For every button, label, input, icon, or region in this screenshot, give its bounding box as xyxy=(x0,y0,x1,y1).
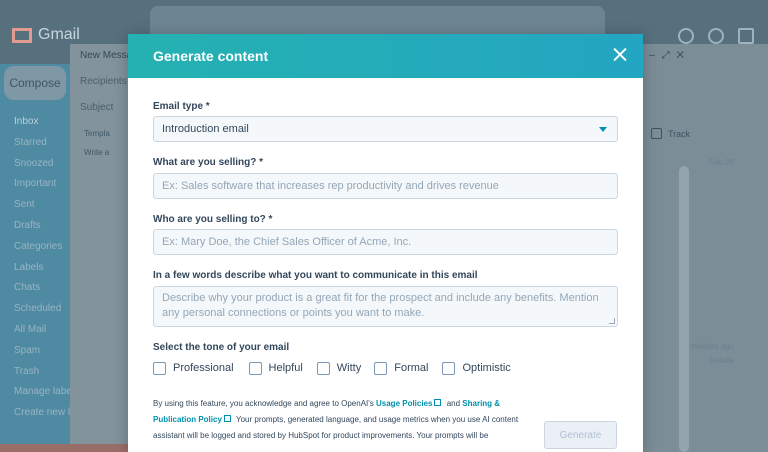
write-assistant-link[interactable]: Write a xyxy=(84,148,109,157)
generate-button[interactable]: Generate xyxy=(544,421,617,449)
selling-to-input[interactable]: Ex: Mary Doe, the Chief Sales Officer of… xyxy=(153,229,618,255)
tone-option-formal[interactable]: Formal xyxy=(374,361,429,375)
gmail-logo: Gmail xyxy=(12,26,80,44)
apps-grid-icon[interactable] xyxy=(738,28,754,44)
resize-handle-icon[interactable] xyxy=(609,318,615,324)
tone-checkbox[interactable] xyxy=(153,361,166,375)
background-scrollbar[interactable] xyxy=(679,166,689,452)
email-type-value: Introduction email xyxy=(162,123,249,135)
tone-checkbox[interactable] xyxy=(248,361,262,375)
external-link-icon[interactable] xyxy=(434,399,442,406)
chevron-down-icon xyxy=(599,127,607,132)
help-icon[interactable] xyxy=(678,28,694,44)
recipients-field[interactable]: Recipients xyxy=(80,76,127,87)
selling-to-label: Who are you selling to? * xyxy=(153,214,273,225)
tone-option-professional[interactable]: Professional xyxy=(153,361,234,375)
email-type-label: Email type * xyxy=(153,101,210,112)
tone-option-optimistic[interactable]: Optimistic xyxy=(442,361,511,375)
subject-field[interactable]: Subject xyxy=(80,102,113,113)
tone-label: Select the tone of your email xyxy=(153,342,290,353)
tone-checkbox[interactable] xyxy=(374,361,388,375)
modal-title: Generate content xyxy=(153,48,269,64)
track-checkbox-icon[interactable] xyxy=(651,128,662,139)
details-link[interactable]: Details xyxy=(710,356,734,365)
tone-option-label: Witty xyxy=(336,362,362,374)
communicate-label: In a few words describe what you want to… xyxy=(153,270,478,281)
external-link-icon[interactable] xyxy=(223,415,231,422)
gmail-right-panel: – ⤢ ✕ Track Feb 28 minutes ago Details xyxy=(643,44,768,452)
tone-option-helpful[interactable]: Helpful xyxy=(248,361,303,375)
composer-title: New Messa xyxy=(80,50,133,61)
templates-link[interactable]: Templa xyxy=(84,129,110,138)
legal-text: By using this feature, you acknowledge a… xyxy=(153,399,376,408)
communicate-placeholder: Describe why your product is a great fit… xyxy=(162,292,599,319)
gear-icon[interactable] xyxy=(708,28,724,44)
track-toggle[interactable]: Track xyxy=(651,128,690,139)
gmail-m-icon xyxy=(12,27,32,43)
generate-content-modal: Generate content Email type * Introducti… xyxy=(128,34,643,452)
tone-checkbox[interactable] xyxy=(442,361,456,375)
gmail-app-name: Gmail xyxy=(38,26,80,43)
tone-checkbox[interactable] xyxy=(316,361,330,375)
selling-what-input[interactable]: Ex: Sales software that increases rep pr… xyxy=(153,173,618,199)
tone-options: Professional Helpful Witty Formal Optimi… xyxy=(153,361,511,375)
email-date: Feb 28 xyxy=(709,158,734,167)
tone-option-label: Optimistic xyxy=(462,362,511,374)
email-type-select[interactable]: Introduction email xyxy=(153,116,618,142)
email-time-ago: minutes ago xyxy=(690,342,734,351)
usage-policies-link[interactable]: Usage Policies xyxy=(376,399,432,408)
communicate-textarea[interactable]: Describe why your product is a great fit… xyxy=(153,286,618,327)
modal-header: Generate content xyxy=(128,34,643,78)
tone-option-witty[interactable]: Witty xyxy=(316,361,362,375)
compose-button[interactable]: Compose xyxy=(4,66,66,100)
selling-what-label: What are you selling? * xyxy=(153,157,264,168)
legal-text: and xyxy=(444,399,463,408)
tone-option-label: Formal xyxy=(394,362,429,374)
window-controls[interactable]: – ⤢ ✕ xyxy=(649,50,686,61)
gmail-header-icons xyxy=(678,28,754,44)
tone-option-label: Helpful xyxy=(268,362,303,374)
track-label: Track xyxy=(668,128,691,139)
tone-option-label: Professional xyxy=(173,362,234,374)
close-icon[interactable] xyxy=(609,44,631,66)
legal-disclaimer: By using this feature, you acknowledge a… xyxy=(153,396,528,444)
